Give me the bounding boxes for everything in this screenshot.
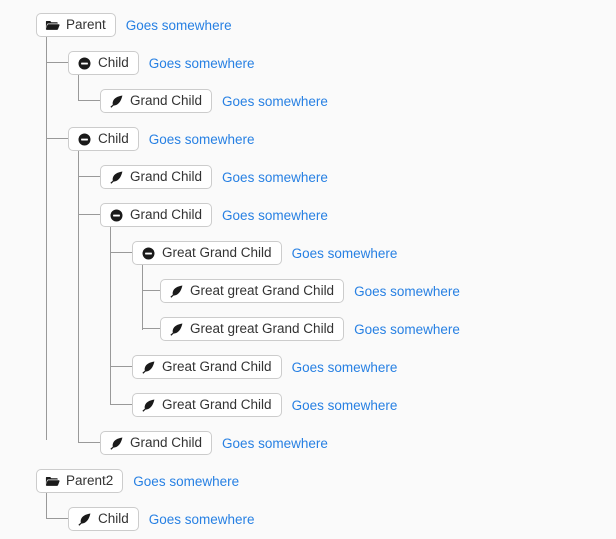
tree-node-n12[interactable]: Parent2 — [36, 469, 124, 493]
tree-row: Great Grand Child Goes somewhere — [132, 240, 397, 266]
tree-node-label: Grand Child — [130, 207, 203, 223]
tree-connector-horizontal — [46, 62, 68, 63]
tree-node-n3[interactable]: Child — [68, 127, 139, 151]
tree-row: Child Goes somewhere — [68, 50, 255, 76]
tree-node-link[interactable]: Goes somewhere — [149, 56, 255, 71]
tree-node-label: Great Grand Child — [162, 245, 272, 261]
leaf-icon — [169, 284, 184, 299]
tree-row: Great Grand Child Goes somewhere — [132, 354, 397, 380]
tree-connector-horizontal — [142, 290, 160, 291]
tree-connector-horizontal — [142, 328, 160, 329]
tree-connector-horizontal — [110, 404, 132, 405]
tree-node-label: Great great Grand Child — [190, 283, 335, 299]
folder-open-icon[interactable] — [45, 18, 60, 33]
tree-connector-horizontal — [78, 214, 100, 215]
tree-node-n13[interactable]: Child — [68, 507, 139, 531]
tree-connector-horizontal — [46, 518, 68, 519]
tree-node-label: Child — [98, 131, 129, 147]
leaf-icon — [169, 322, 184, 337]
tree-connector-vertical — [46, 36, 47, 440]
tree-node-link[interactable]: Goes somewhere — [149, 512, 255, 527]
tree-node-label: Great Grand Child — [162, 397, 272, 413]
tree-row: Grand Child Goes somewhere — [100, 88, 328, 114]
tree-node-label: Great Grand Child — [162, 359, 272, 375]
tree-node-n4[interactable]: Grand Child — [100, 165, 213, 189]
tree-node-link[interactable]: Goes somewhere — [292, 398, 398, 413]
tree-node-label: Grand Child — [130, 169, 203, 185]
leaf-icon — [109, 170, 124, 185]
leaf-icon — [141, 398, 156, 413]
tree-node-link[interactable]: Goes somewhere — [222, 170, 328, 185]
leaf-icon — [77, 512, 92, 527]
tree-node-n9[interactable]: Great Grand Child — [132, 355, 282, 379]
tree-node-link[interactable]: Goes somewhere — [222, 436, 328, 451]
tree-node-label: Grand Child — [130, 435, 203, 451]
tree-connector-vertical — [78, 150, 79, 442]
tree-row: Grand Child Goes somewhere — [100, 430, 328, 456]
tree-connector-vertical — [46, 492, 47, 518]
tree-node-n0[interactable]: Parent — [36, 13, 116, 37]
tree-connector-horizontal — [46, 138, 68, 139]
tree-node-link[interactable]: Goes somewhere — [149, 132, 255, 147]
tree-node-link[interactable]: Goes somewhere — [292, 360, 398, 375]
tree-node-n1[interactable]: Child — [68, 51, 139, 75]
tree-row: Grand Child Goes somewhere — [100, 202, 328, 228]
leaf-icon — [109, 94, 124, 109]
tree-row: Child Goes somewhere — [68, 506, 255, 532]
tree-node-label: Child — [98, 55, 129, 71]
tree-row: Child Goes somewhere — [68, 126, 255, 152]
tree-row: Great great Grand Child Goes somewhere — [160, 278, 460, 304]
folder-open-icon[interactable] — [45, 474, 60, 489]
minus-circle-icon[interactable] — [77, 132, 92, 147]
tree-connector-horizontal — [78, 176, 100, 177]
tree-node-n10[interactable]: Great Grand Child — [132, 393, 282, 417]
tree-connector-horizontal — [110, 252, 132, 253]
tree-connector-horizontal — [78, 442, 100, 443]
tree-node-link[interactable]: Goes somewhere — [222, 94, 328, 109]
tree-node-label: Great great Grand Child — [190, 321, 335, 337]
tree-node-label: Child — [98, 511, 129, 527]
tree-node-link[interactable]: Goes somewhere — [354, 322, 460, 337]
tree-view: Parent Goes somewhere Child Goes somewhere G… — [0, 0, 616, 539]
leaf-icon — [109, 436, 124, 451]
minus-circle-icon[interactable] — [109, 208, 124, 223]
tree-connector-horizontal — [110, 366, 132, 367]
tree-node-label: Parent — [66, 17, 106, 33]
tree-node-n6[interactable]: Great Grand Child — [132, 241, 282, 265]
tree-node-label: Parent2 — [66, 473, 114, 489]
tree-node-n2[interactable]: Grand Child — [100, 89, 213, 113]
minus-circle-icon[interactable] — [141, 246, 156, 261]
tree-connector-horizontal — [78, 100, 100, 101]
tree-node-link[interactable]: Goes somewhere — [126, 18, 232, 33]
minus-circle-icon[interactable] — [77, 56, 92, 71]
tree-row: Parent Goes somewhere — [36, 12, 232, 38]
tree-node-label: Grand Child — [130, 93, 203, 109]
tree-node-link[interactable]: Goes somewhere — [354, 284, 460, 299]
tree-node-link[interactable]: Goes somewhere — [222, 208, 328, 223]
tree-node-n8[interactable]: Great great Grand Child — [160, 317, 345, 341]
tree-connector-vertical — [78, 74, 79, 100]
leaf-icon — [141, 360, 156, 375]
tree-node-n11[interactable]: Grand Child — [100, 431, 213, 455]
tree-row: Great Grand Child Goes somewhere — [132, 392, 397, 418]
tree-row: Parent2 Goes somewhere — [36, 468, 239, 494]
tree-node-n7[interactable]: Great great Grand Child — [160, 279, 345, 303]
tree-row: Great great Grand Child Goes somewhere — [160, 316, 460, 342]
tree-node-n5[interactable]: Grand Child — [100, 203, 213, 227]
tree-connector-vertical — [142, 264, 143, 330]
tree-node-link[interactable]: Goes somewhere — [133, 474, 239, 489]
tree-node-link[interactable]: Goes somewhere — [292, 246, 398, 261]
tree-row: Grand Child Goes somewhere — [100, 164, 328, 190]
